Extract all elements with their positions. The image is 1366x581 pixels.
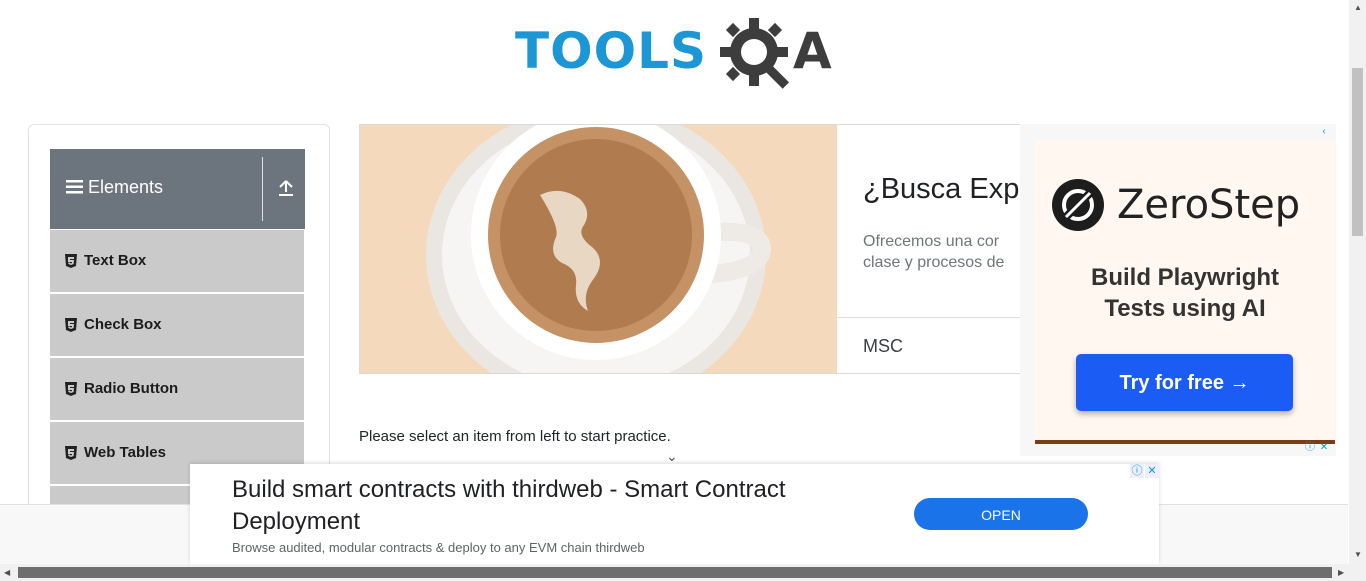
- sidebar-item-check-box[interactable]: Check Box: [50, 294, 304, 358]
- thirdweb-ad-description: Browse audited, modular contracts & depl…: [232, 540, 645, 555]
- elements-group-header[interactable]: Elements: [50, 149, 305, 229]
- html5-shield-icon: [65, 318, 77, 332]
- scroll-right-arrow-icon[interactable]: ▶: [1338, 568, 1344, 577]
- toolsqa-logo[interactable]: TOOLS A: [515, 14, 845, 94]
- horizontal-scrollbar[interactable]: ◀ ▶: [0, 564, 1366, 581]
- logo-text-a: A: [793, 22, 832, 80]
- sidebar-item-label: Web Tables: [84, 444, 166, 461]
- coffee-illustration: [426, 125, 772, 373]
- close-icon[interactable]: ✕: [1318, 442, 1330, 454]
- thirdweb-ad[interactable]: Build smart contracts with thirdweb - Sm…: [190, 464, 1159, 564]
- close-icon[interactable]: ✕: [1145, 464, 1159, 478]
- ad-image-strip: [1035, 440, 1335, 444]
- scroll-up-arrow-icon[interactable]: ▲: [1354, 3, 1362, 12]
- close-icon[interactable]: ‹: [1318, 126, 1330, 138]
- sidebar-item-label: Text Box: [84, 252, 147, 269]
- banner-headline: ¿Busca Expo: [863, 173, 1036, 205]
- zerostep-tagline: Build Playwright Tests using AI: [1035, 262, 1335, 324]
- html5-shield-icon: [65, 382, 77, 396]
- zerostep-logo-icon: [1052, 179, 1104, 231]
- vertical-scroll-thumb[interactable]: [1352, 68, 1363, 236]
- banner-advertiser: MSC: [863, 336, 903, 356]
- upload-arrow-icon[interactable]: [278, 179, 294, 197]
- thirdweb-ad-headline: Build smart contracts with thirdweb - Sm…: [232, 476, 786, 535]
- scroll-down-arrow-icon[interactable]: ▼: [1354, 550, 1362, 559]
- zerostep-brand: ZeroStep: [1117, 182, 1301, 228]
- elements-group-title: Elements: [66, 177, 163, 198]
- gear-magnifier-icon: [720, 18, 790, 89]
- practice-instructions: Please select an item from left to start…: [359, 428, 671, 445]
- horizontal-scroll-thumb[interactable]: [18, 567, 1332, 578]
- sidebar-item-text-box[interactable]: Text Box: [50, 230, 304, 294]
- open-button[interactable]: OPEN: [914, 498, 1088, 530]
- scroll-left-arrow-icon[interactable]: ◀: [4, 568, 10, 577]
- sidebar-item-label: Radio Button: [84, 380, 179, 397]
- html5-shield-icon: [65, 446, 77, 460]
- html5-shield-icon: [65, 254, 77, 268]
- sidebar-item-label: Check Box: [84, 316, 162, 333]
- sidebar-item-radio-button[interactable]: Radio Button: [50, 358, 304, 422]
- hamburger-icon: [66, 180, 83, 194]
- ad-controls: ⓘ ✕: [1129, 464, 1159, 478]
- zerostep-ad-card[interactable]: ZeroStep Build Playwright Tests using AI…: [1035, 140, 1335, 440]
- zerostep-tagline-line1: Build Playwright: [1090, 264, 1279, 291]
- banner-body-line1: Ofrecemos una cor: [863, 233, 1000, 250]
- banner-separator: [837, 317, 1040, 318]
- banner-ad[interactable]: ¿Busca Expo Ofrecemos una cor clase y pr…: [359, 124, 1041, 374]
- zerostep-tagline-line2: Tests using AI: [1104, 295, 1266, 322]
- zerostep-ad[interactable]: ‹ ZeroStep Build Playwright Tests using …: [1020, 124, 1336, 456]
- chevron-down-icon[interactable]: ⌄: [666, 448, 678, 465]
- logo-text-tools: TOOLS: [515, 22, 707, 80]
- banner-body-line2: clase y procesos de: [863, 254, 1005, 271]
- elements-label: Elements: [88, 177, 164, 197]
- header-divider: [262, 157, 263, 221]
- try-for-free-button[interactable]: Try for free →: [1076, 354, 1293, 411]
- vertical-scrollbar[interactable]: ▲ ▼: [1349, 0, 1366, 564]
- banner-body: Ofrecemos una cor clase y procesos de: [863, 231, 1033, 273]
- adchoices-icon[interactable]: ⓘ: [1304, 442, 1316, 454]
- adchoices-icon[interactable]: ⓘ: [1130, 464, 1144, 478]
- coffee-cup-image: [360, 125, 837, 373]
